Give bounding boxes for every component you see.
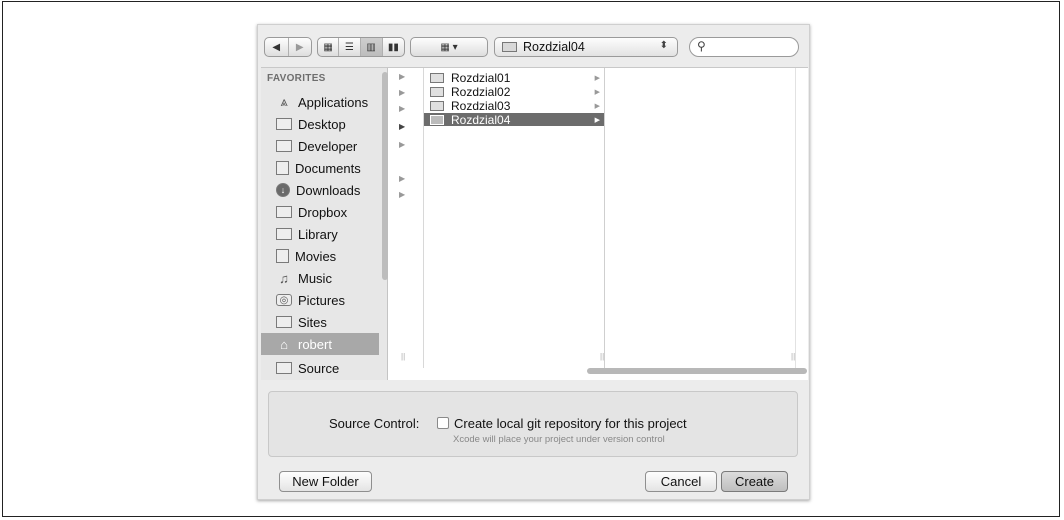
new-folder-button[interactable]: New Folder [279,471,372,492]
forward-arrow-icon[interactable]: ▶ [289,38,312,56]
sidebar-item-label: Library [298,226,338,242]
disclosure-arrow-icon[interactable]: ▶ [399,174,405,183]
disclosure-arrow-icon[interactable]: ▶ [399,72,405,81]
sidebar-item-music[interactable]: ♫ Music [261,267,379,289]
disclosure-arrow-icon[interactable]: ▶ [399,104,405,113]
sidebar-item-sites[interactable]: Sites [261,311,379,333]
sidebar-item-movies[interactable]: Movies [261,245,379,267]
sidebar-item-applications[interactable]: ⩓ Applications [261,91,379,113]
column-view-icon[interactable]: ▥ [360,38,383,56]
column-resize-handle[interactable]: || [600,352,604,361]
folder-icon [430,86,444,97]
folder-icon [276,140,292,152]
sidebar-item-documents[interactable]: Documents [261,157,379,179]
home-icon: ⌂ [280,336,288,352]
folder-icon [276,362,292,374]
sidebar-item-label: Applications [298,94,369,110]
list-view-icon[interactable]: ☰ [339,38,361,56]
browser-column-folders: Rozdzial01 ▶ Rozdzial02 ▶ Rozdzial03 ▶ R… [424,68,605,368]
sidebar-item-label: robert [298,336,332,352]
sidebar-item-label: Movies [295,248,337,264]
downloads-icon: ↓ [276,183,290,197]
sidebar-item-pictures[interactable]: ◎ Pictures [261,289,379,311]
sidebar-item-label: Sites [298,314,327,330]
source-control-label: Source Control: [329,416,420,431]
file-browser: FAVORITES ⩓ Applications Desktop Develop… [261,67,808,380]
folder-icon [430,114,444,125]
folder-row-label: Rozdzial03 [451,98,511,113]
sidebar-item-label: Documents [295,160,361,176]
disclosure-arrow-icon[interactable]: ▶ [399,88,405,97]
sidebar-item-label: Developer [298,138,358,154]
folder-row-label: Rozdzial02 [451,84,511,99]
folder-icon [502,42,517,52]
sidebar-header: FAVORITES [267,73,326,84]
column-resize-handle[interactable]: || [401,352,405,361]
folder-icon [276,206,292,218]
disclosure-arrow-icon[interactable]: ▶ [399,140,405,149]
git-repository-checkbox-label[interactable]: Create local git repository for this pro… [454,416,687,431]
music-icon: ♫ [279,270,289,286]
options-panel: Source Control: Create local git reposit… [268,391,798,457]
documents-icon [276,161,289,175]
browser-column-root: ▶ ▶ ▶ ▶ ▶ ▶ ▶ || [389,68,424,368]
applications-icon: ⩓ [280,94,288,109]
folder-row-selected[interactable]: Rozdzial04 ▶ [424,112,604,127]
view-mode-segment: ▦ ☰ ▥ ▮▮ [317,37,405,57]
disclosure-arrow-icon[interactable]: ▶ [399,122,405,131]
browser-column-empty: || [605,68,796,368]
sidebar-item-developer[interactable]: Developer [261,135,379,157]
horizontal-scrollbar[interactable] [587,368,807,374]
icon-view-icon[interactable]: ▦ [318,38,340,56]
chevron-right-icon: ▶ [594,102,600,110]
sidebar-scrollbar[interactable] [382,72,388,280]
chevron-right-icon: ▶ [594,74,600,82]
disclosure-arrow-icon[interactable]: ▶ [399,190,405,199]
back-arrow-icon[interactable]: ◀ [265,38,289,56]
sidebar-item-source[interactable]: Source [261,357,379,379]
folder-row[interactable]: Rozdzial02 ▶ [424,84,604,99]
movies-icon [276,249,289,263]
sidebar-item-desktop[interactable]: Desktop [261,113,379,135]
folder-icon [276,228,292,240]
column-resize-handle[interactable]: || [791,352,795,361]
save-dialog: ◀ ▶ ▦ ☰ ▥ ▮▮ ▦ ▾ Rozdzial04 ⬍ ⚲ FAVORITE… [257,24,810,500]
sidebar-item-label: Pictures [298,292,345,308]
navigation-segment: ◀ ▶ [264,37,312,57]
sidebar-item-label: Desktop [298,116,346,132]
sidebar-item-robert[interactable]: ⌂ robert [261,333,379,355]
arrange-menu-button[interactable]: ▦ ▾ [410,37,488,57]
sidebar: FAVORITES ⩓ Applications Desktop Develop… [261,68,388,380]
search-icon: ⚲ [697,39,706,53]
sidebar-item-label: Source [298,360,340,376]
cancel-button[interactable]: Cancel [645,471,717,492]
pictures-icon: ◎ [276,294,292,306]
source-control-hint: Xcode will place your project under vers… [453,434,665,445]
path-popup[interactable]: Rozdzial04 ⬍ [494,37,678,57]
folder-row-label: Rozdzial04 [451,112,511,127]
folder-row-label: Rozdzial01 [451,70,511,85]
sidebar-item-library[interactable]: Library [261,223,379,245]
chevron-right-icon: ▶ [594,116,600,124]
git-repository-checkbox[interactable] [437,417,449,429]
sidebar-item-downloads[interactable]: ↓ Downloads [261,179,379,201]
arrange-menu-icon: ▦ ▾ [440,41,458,53]
popup-arrows-icon: ⬍ [659,40,668,51]
desktop-icon [276,118,292,130]
folder-row[interactable]: Rozdzial01 ▶ [424,70,604,85]
folder-row[interactable]: Rozdzial03 ▶ [424,98,604,113]
sidebar-item-label: Music [298,270,332,286]
search-field[interactable]: ⚲ [689,37,799,57]
folder-icon [430,72,444,83]
create-button[interactable]: Create [721,471,788,492]
folder-icon [430,100,444,111]
sidebar-item-label: Dropbox [298,204,348,220]
folder-icon [276,316,292,328]
path-popup-label: Rozdzial04 [523,40,585,54]
sidebar-item-dropbox[interactable]: Dropbox [261,201,379,223]
chevron-right-icon: ▶ [594,88,600,96]
sidebar-item-label: Downloads [296,182,361,198]
coverflow-view-icon[interactable]: ▮▮ [383,38,404,56]
